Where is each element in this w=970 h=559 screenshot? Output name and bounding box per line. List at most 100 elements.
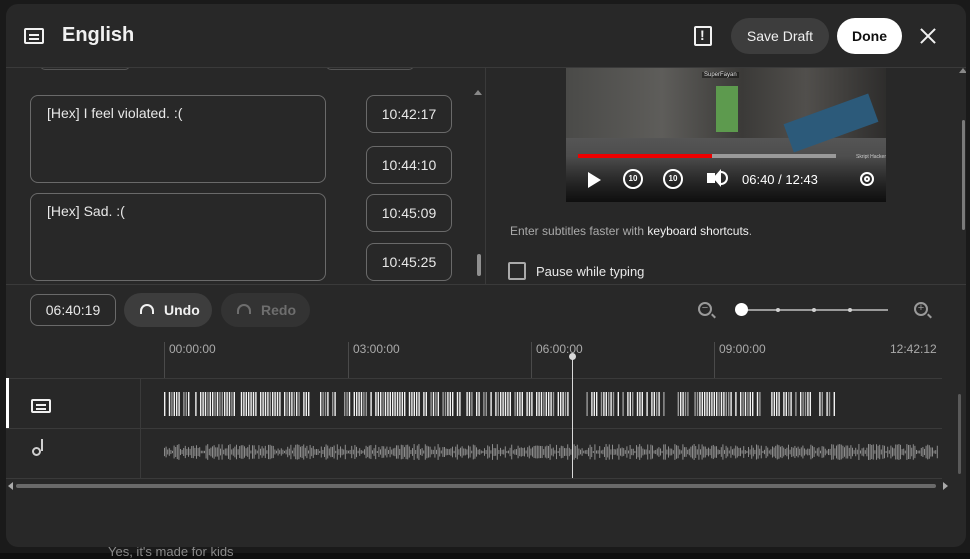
- subtitle-cue-mark: [322, 392, 323, 416]
- waveform-bar: [546, 446, 547, 459]
- waveform-bar: [876, 444, 877, 460]
- keyboard-shortcuts-link[interactable]: keyboard shortcuts: [647, 224, 748, 238]
- cue-end-time[interactable]: 10:45:25: [366, 243, 452, 281]
- timeline-horizontal-scrollbar[interactable]: [16, 484, 936, 488]
- subtitle-cue-mark: [253, 392, 254, 416]
- subtitle-cue-mark: [234, 392, 235, 416]
- subtitle-cue-mark: [387, 392, 388, 416]
- waveform-bar: [340, 446, 341, 457]
- subtitle-cue-mark: [706, 392, 707, 416]
- waveform-bar: [278, 449, 279, 456]
- subtitle-cue-mark: [699, 392, 700, 416]
- waveform-bar: [305, 448, 306, 456]
- preview-scrollbar[interactable]: [962, 120, 965, 230]
- done-button[interactable]: Done: [837, 18, 902, 54]
- playhead-handle[interactable]: [569, 353, 576, 360]
- forward-10-icon[interactable]: 10: [663, 169, 683, 189]
- settings-gear-icon[interactable]: [860, 172, 874, 186]
- zoom-in-icon[interactable]: +: [914, 302, 928, 316]
- waveform-bar: [246, 448, 247, 456]
- scroll-right-arrow[interactable]: [943, 482, 948, 490]
- subtitle-cue-mark: [361, 392, 362, 416]
- cue-end-time[interactable]: 10:44:10: [366, 146, 452, 184]
- play-icon[interactable]: [588, 172, 601, 188]
- waveform-bar: [705, 447, 706, 458]
- waveform-bar: [666, 450, 667, 455]
- subtitle-cue-mark: [205, 392, 206, 416]
- subtitle-cue-mark: [385, 392, 386, 416]
- waveform-bar: [599, 446, 600, 458]
- video-progress-bar[interactable]: [578, 154, 836, 158]
- waveform-bar: [196, 445, 197, 459]
- subtitle-cue-mark: [270, 392, 271, 416]
- save-draft-button[interactable]: Save Draft: [731, 18, 829, 54]
- waveform-bar: [657, 449, 658, 456]
- subtitles-track-icon[interactable]: [31, 399, 51, 413]
- waveform-bar: [788, 445, 789, 460]
- subtitle-cue-mark: [344, 392, 345, 416]
- shortcuts-hint: Enter subtitles faster with keyboard sho…: [510, 224, 752, 238]
- current-time-field[interactable]: 06:40:19: [30, 294, 116, 326]
- cue-start-time[interactable]: 10:42:17: [366, 95, 452, 133]
- pause-while-typing-label[interactable]: Pause while typing: [536, 264, 644, 279]
- ruler-tick: [531, 342, 532, 378]
- subtitle-cue-mark: [226, 392, 227, 416]
- waveform-bar: [385, 449, 386, 456]
- subtitle-cue-mark: [402, 392, 403, 416]
- waveform-bar: [502, 450, 503, 454]
- waveform-bar: [306, 446, 307, 458]
- waveform-bar: [753, 448, 754, 457]
- subtitle-cue-mark: [320, 392, 321, 416]
- waveform-bar: [690, 447, 691, 458]
- close-icon[interactable]: [918, 26, 938, 46]
- waveform-bar: [662, 451, 663, 453]
- track-separator: [6, 428, 942, 429]
- subtitle-cue-mark: [711, 392, 712, 416]
- undo-button[interactable]: Undo: [124, 293, 212, 327]
- waveform-bar: [822, 446, 823, 458]
- video-time-display: 06:40 / 12:43: [742, 172, 818, 187]
- timeline[interactable]: 00:00:00 03:00:00 06:00:00 09:00:00 12:4…: [6, 336, 966, 547]
- waveform-bar: [417, 446, 418, 459]
- playhead-line[interactable]: [572, 358, 573, 478]
- cue-start-time[interactable]: 10:45:09: [366, 194, 452, 232]
- rewind-10-icon[interactable]: 10: [623, 169, 643, 189]
- waveform-bar: [817, 448, 818, 455]
- waveform-bar: [519, 448, 520, 456]
- waveform-bar: [319, 451, 320, 453]
- waveform-bar: [535, 446, 536, 459]
- zoom-out-icon[interactable]: −: [698, 302, 712, 316]
- waveform-bar: [322, 450, 323, 454]
- timeline-vertical-scrollbar[interactable]: [958, 394, 961, 474]
- waveform-bar: [215, 447, 216, 456]
- scroll-up-arrow[interactable]: [959, 68, 966, 73]
- video-player[interactable]: SuperFayan Skript Hacker 10 10 06:40 / 1…: [566, 68, 886, 202]
- subtitle-cue-mark: [682, 392, 683, 416]
- subtitle-cue-mark: [790, 392, 791, 416]
- waveform-bar: [894, 448, 895, 455]
- subtitle-cue-mark: [613, 392, 614, 416]
- subtitle-cue-mark: [294, 392, 295, 416]
- waveform-bar: [721, 447, 722, 457]
- zoom-slider-knob[interactable]: [735, 303, 748, 316]
- audio-track-icon[interactable]: [32, 447, 41, 456]
- scroll-up-arrow[interactable]: [474, 90, 482, 95]
- waveform-bar: [762, 451, 763, 453]
- cue-text-field[interactable]: [Hex] I feel violated. :(: [30, 95, 326, 183]
- volume-icon[interactable]: [707, 173, 715, 183]
- scroll-left-arrow[interactable]: [8, 482, 13, 490]
- cue-text-field[interactable]: [Hex] Sad. :(: [30, 193, 326, 281]
- waveform-bar: [751, 445, 752, 459]
- subtitle-cue-mark: [774, 392, 775, 416]
- subtitle-cue-strip[interactable]: [164, 392, 836, 416]
- subtitle-cue-mark: [272, 392, 273, 416]
- redo-button[interactable]: Redo: [221, 293, 310, 327]
- waveform-bar: [908, 445, 909, 459]
- feedback-icon[interactable]: [694, 26, 712, 46]
- subtitle-cue-mark: [747, 392, 748, 416]
- hint-text: Enter subtitles faster with: [510, 224, 647, 238]
- waveform-bar: [550, 444, 551, 460]
- cue-list-scrollbar[interactable]: [477, 254, 481, 276]
- waveform-bar: [598, 450, 599, 453]
- pause-while-typing-checkbox[interactable]: [508, 262, 526, 280]
